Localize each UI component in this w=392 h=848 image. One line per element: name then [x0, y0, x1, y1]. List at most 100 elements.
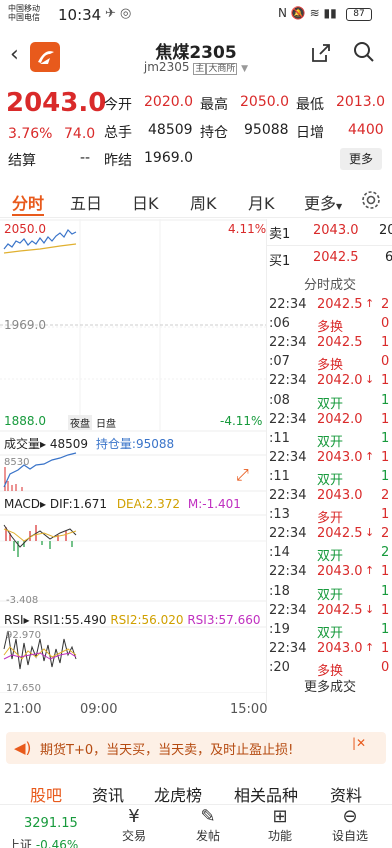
tab-dragon-tiger[interactable]: 龙虎榜 — [154, 782, 202, 806]
quote-panel: 2043.0 3.76% 74.0 今开 2020.0 最高 2050.0 最低… — [0, 86, 392, 178]
trade-row: :08 双开 1 — [267, 391, 392, 412]
chart-top-pct: 4.11% — [228, 222, 267, 236]
tab-monthly-k[interactable]: 月K — [248, 190, 275, 214]
macd-name: MACD — [4, 497, 40, 511]
trade-row: 22:34 2042.0 ↓ 1 — [267, 371, 392, 391]
trade-qty: 1 — [381, 335, 390, 351]
settings-gear-icon[interactable] — [360, 189, 382, 211]
trades-title: 分时成交 — [303, 278, 356, 293]
tab-more-label: 更多 — [304, 194, 337, 213]
trade-time: :06 — [269, 316, 290, 332]
low-value: 2013.0 — [336, 94, 385, 110]
trade-row: 22:34 2043.0 ↑ 1 — [267, 639, 392, 659]
time-axis-start: 21:00 — [4, 702, 42, 717]
trade-qty: 1 — [381, 430, 390, 446]
trade-qty: 2 — [381, 545, 390, 561]
macd-indicator-label[interactable]: MACD▸ DIF:1.671 DEA:2.372 M:-1.401 — [4, 497, 241, 511]
remove-watchlist-icon: ⊖ — [342, 806, 358, 827]
rsi2: RSI2:56.020 — [110, 613, 184, 627]
prev-settle-label: 昨结 — [104, 153, 132, 169]
trade-price: 2042.5 — [317, 335, 363, 351]
page-subtitle: jm2305 主大商所 ▼ — [0, 60, 392, 75]
trade-time: :20 — [269, 659, 290, 675]
change-abs: 74.0 — [64, 126, 96, 142]
rsi-axis-high: 92.970 — [6, 630, 41, 641]
close-banner-icon[interactable]: |✕ — [352, 736, 366, 750]
trade-time: 22:34 — [269, 411, 307, 427]
contract-code: jm2305 — [143, 60, 190, 74]
nav-post[interactable]: ✎ 发帖 — [178, 806, 238, 844]
tab-five-day[interactable]: 五日 — [70, 190, 102, 214]
trade-price: 2042.5 — [317, 602, 363, 618]
search-icon[interactable] — [352, 40, 376, 64]
tab-related[interactable]: 相关品种 — [234, 782, 298, 806]
share-icon[interactable] — [310, 42, 332, 64]
settle-value: -- — [80, 150, 91, 166]
dropdown-icon[interactable]: ▼ — [241, 64, 248, 74]
high-label: 最高 — [200, 97, 228, 113]
last-price: 2043.0 — [6, 88, 107, 118]
ask-label: 卖1 — [269, 227, 291, 242]
status-bar: 中国移动 中国电信 10:34 ✈ ◎ N 🔕 ≋ ▮▮ 87 — [0, 0, 392, 32]
app-header: ‹ 焦煤2305 jm2305 主大商所 ▼ — [0, 32, 392, 84]
trade-qty: 1 — [381, 373, 390, 389]
trade-qty: 1 — [381, 392, 390, 408]
volume-indicator-label[interactable]: 成交量▸ 48509 持仓量:95088 — [4, 435, 174, 452]
tab-forum[interactable]: 股吧 — [30, 782, 62, 806]
divider — [267, 245, 392, 246]
main-tag: 主 — [193, 63, 207, 75]
nav-post-label: 发帖 — [195, 829, 220, 843]
bid-label: 买1 — [269, 254, 291, 269]
trade-direction: ↑ — [365, 449, 375, 463]
trade-time: 22:34 — [269, 640, 307, 656]
nav-add-watchlist-label: 设自选 — [331, 829, 368, 843]
tab-intraday[interactable]: 分时 — [12, 190, 44, 214]
grid-icon: ⊞ — [272, 806, 288, 827]
bid-price: 2042.5 — [313, 250, 359, 265]
trade-qty: 0 — [381, 659, 390, 675]
trade-qty: 1 — [381, 564, 390, 580]
tab-news[interactable]: 资讯 — [92, 782, 124, 806]
index-value[interactable]: 3291.15 — [24, 816, 78, 831]
order-book-panel: 卖1 2043.0 20 买1 2042.5 6 分时成交 22:34 2042.… — [266, 219, 392, 703]
trade-price: 2042.0 — [317, 373, 363, 389]
more-quote-button[interactable]: 更多 — [340, 148, 382, 170]
wifi-icon: ≋ — [309, 6, 320, 20]
nav-trade[interactable]: ¥ 交易 — [104, 806, 164, 844]
open-value: 2020.0 — [144, 94, 193, 110]
daily-increase-value: 4400 — [348, 122, 384, 138]
rsi-indicator-label[interactable]: RSI▸ RSI1:55.490 RSI2:56.020 RSI3:57.660 — [4, 613, 261, 627]
rsi-axis-low: 17.650 — [6, 683, 41, 694]
chevron-down-icon: ▼ — [336, 202, 343, 211]
trade-time: :18 — [269, 583, 290, 599]
tab-daily-k[interactable]: 日K — [132, 190, 159, 214]
trade-time: 22:34 — [269, 373, 307, 389]
trade-price: 2043.0 — [317, 640, 363, 656]
nav-add-watchlist[interactable]: ⊖ 设自选 — [320, 806, 380, 844]
trade-qty: 1 — [381, 411, 390, 427]
trade-row: 22:34 2043.0 ↑ 1 — [267, 562, 392, 582]
chart-tabs: 分时 五日 日K 周K 月K 更多▼ — [0, 184, 392, 218]
promo-banner[interactable]: ◀) 期货T+0，当天买，当天卖，及时止盈止损! |✕ — [6, 732, 386, 764]
time-axis-end: 15:00 — [230, 702, 268, 717]
trade-qty: 1 — [381, 602, 390, 618]
time-axis-mid: 09:00 — [80, 702, 118, 717]
bottom-section-tabs: 股吧 资讯 龙虎榜 相关品种 资料 — [0, 776, 392, 806]
trade-time: 22:34 — [269, 297, 307, 312]
nav-functions[interactable]: ⊞ 功能 — [250, 806, 310, 844]
intraday-chart[interactable]: 2050.0 4.11% 1969.0 1888.0 夜盘 日盘 -4.11% … — [0, 219, 267, 694]
tab-weekly-k[interactable]: 周K — [190, 190, 217, 214]
active-tab-indicator — [12, 214, 44, 216]
status-icons-right: N 🔕 ≋ ▮▮ — [278, 6, 337, 20]
tab-more[interactable]: 更多▼ — [304, 190, 342, 214]
trade-row: 22:34 2042.5 ↓ 1 — [267, 601, 392, 621]
trade-time: :13 — [269, 507, 290, 523]
more-trades-link[interactable]: 更多成交 — [267, 676, 392, 695]
trade-qty: 1 — [381, 621, 390, 637]
tab-profile[interactable]: 资料 — [330, 782, 362, 806]
trade-price: 2043.0 — [317, 488, 363, 503]
volume-value: 48509 — [148, 122, 193, 138]
expand-icon[interactable]: ⤢ — [236, 465, 256, 485]
bottom-nav: 3291.15 上证 -0.46% ¥ 交易 ✎ 发帖 ⊞ 功能 ⊖ 设自选 — [0, 804, 392, 848]
trade-row: 22:34 2043.0 2 — [267, 486, 392, 506]
